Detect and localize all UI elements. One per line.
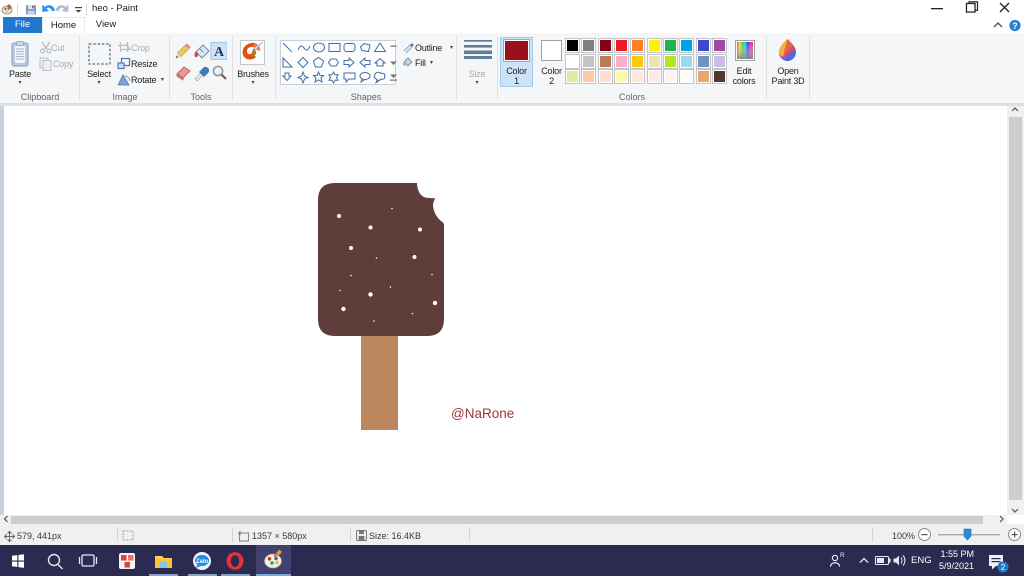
svg-text:R: R xyxy=(840,552,845,559)
svg-text:2: 2 xyxy=(1001,563,1006,572)
svg-text:?: ? xyxy=(1012,21,1018,31)
svg-text:Zalo: Zalo xyxy=(196,559,209,565)
